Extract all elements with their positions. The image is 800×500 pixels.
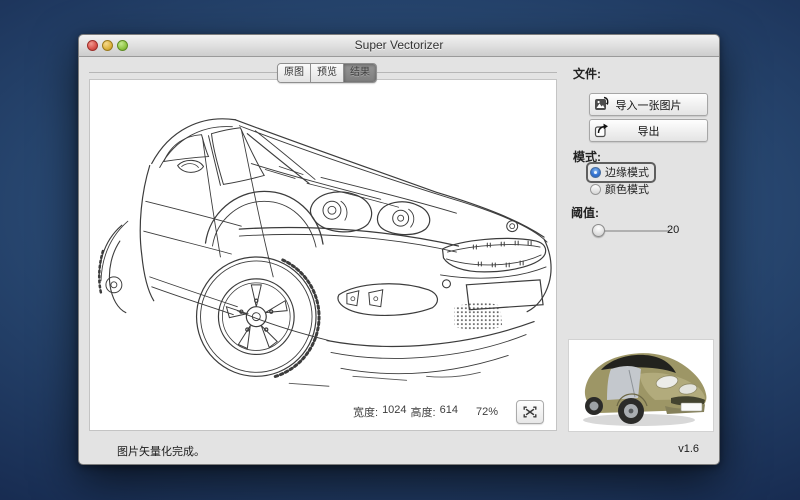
slider-knob[interactable] — [592, 224, 605, 237]
minimize-button[interactable] — [102, 40, 113, 51]
window-title: Super Vectorizer — [79, 35, 719, 56]
original-image-thumbnail — [568, 339, 714, 432]
color-mode-label: 颜色模式 — [605, 181, 649, 197]
app-version: v1.6 — [678, 443, 699, 455]
edge-mode-label: 边缘模式 — [605, 164, 649, 180]
import-button-label: 导入一张图片 — [616, 97, 682, 113]
image-import-icon — [594, 96, 610, 112]
export-button[interactable]: 导出 — [589, 119, 708, 142]
width-label: 宽度: — [353, 404, 378, 420]
width-value: 1024 — [382, 404, 406, 420]
export-button-label: 导出 — [638, 123, 660, 139]
height-label: 高度: — [411, 404, 436, 420]
zoom-button[interactable] — [117, 40, 128, 51]
fit-to-window-icon — [523, 406, 537, 418]
status-bar: 图片矢量化完成。 v1.6 — [79, 440, 719, 464]
fit-to-window-button[interactable] — [516, 400, 544, 424]
tab-preview[interactable]: 预览 — [311, 64, 344, 82]
status-message: 图片矢量化完成。 — [117, 443, 205, 459]
zoom-percent: 72% — [476, 406, 498, 418]
traffic-lights — [87, 40, 128, 51]
threshold-section-label: 阈值: — [571, 204, 599, 221]
tab-original[interactable]: 原图 — [278, 64, 311, 82]
file-section-label: 文件: — [573, 65, 601, 82]
radio-edge-mode[interactable]: 边缘模式 — [586, 162, 656, 183]
vectorized-car-artwork — [90, 80, 556, 430]
app-window: Super Vectorizer 原图 预览 结果 — [78, 34, 720, 465]
slider-track[interactable] — [596, 230, 670, 232]
radio-selected-icon — [590, 167, 601, 178]
radio-color-mode[interactable]: 颜色模式 — [590, 181, 649, 197]
image-dimensions: 宽度: 1024 高度: 614 — [353, 404, 458, 420]
view-tabs: 原图 预览 结果 — [277, 63, 377, 83]
tab-result[interactable]: 结果 — [344, 64, 376, 82]
height-value: 614 — [440, 404, 458, 420]
canvas-info-bar: 宽度: 1024 高度: 614 72% — [353, 400, 544, 424]
close-button[interactable] — [87, 40, 98, 51]
result-canvas[interactable]: 宽度: 1024 高度: 614 72% — [89, 79, 557, 431]
original-car-photo — [569, 340, 713, 431]
radio-unselected-icon — [590, 184, 601, 195]
import-image-button[interactable]: 导入一张图片 — [589, 93, 708, 116]
share-arrow-icon — [594, 122, 610, 138]
desktop: Super Vectorizer 原图 预览 结果 — [0, 0, 800, 500]
threshold-value: 20 — [667, 224, 679, 236]
title-bar[interactable]: Super Vectorizer — [79, 35, 719, 57]
threshold-slider[interactable] — [592, 224, 670, 238]
